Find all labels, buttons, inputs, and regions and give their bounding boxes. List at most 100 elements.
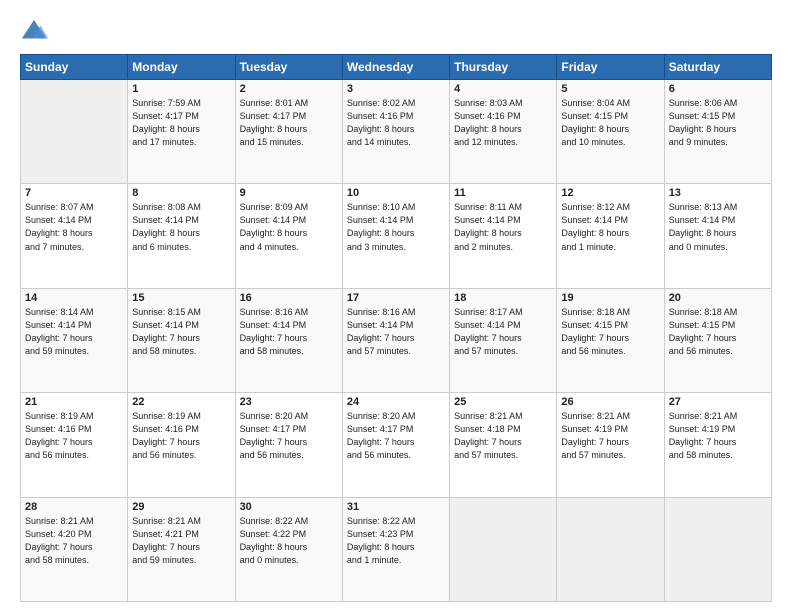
day-info: Sunrise: 8:18 AM Sunset: 4:15 PM Dayligh… [669,306,767,358]
day-info: Sunrise: 8:21 AM Sunset: 4:19 PM Dayligh… [669,410,767,462]
day-info: Sunrise: 7:59 AM Sunset: 4:17 PM Dayligh… [132,97,230,149]
day-info: Sunrise: 8:13 AM Sunset: 4:14 PM Dayligh… [669,201,767,253]
day-number: 18 [454,292,552,304]
day-cell: 4 Sunrise: 8:03 AM Sunset: 4:16 PM Daylig… [450,80,557,184]
day-info: Sunrise: 8:09 AM Sunset: 4:14 PM Dayligh… [240,201,338,253]
day-cell: 7 Sunrise: 8:07 AM Sunset: 4:14 PM Daylig… [21,184,128,288]
day-cell: 24Sunrise: 8:20 AM Sunset: 4:17 PM Dayli… [342,393,449,497]
calendar-table: SundayMondayTuesdayWednesdayThursdayFrid… [20,54,772,602]
day-info: Sunrise: 8:15 AM Sunset: 4:14 PM Dayligh… [132,306,230,358]
day-cell: 28 Sunrise: 8:21 AM Sunset: 4:20 PM Dayli… [21,497,128,601]
column-header-thursday: Thursday [450,55,557,80]
day-cell: 27 Sunrise: 8:21 AM Sunset: 4:19 PM Dayli… [664,393,771,497]
day-info: Sunrise: 8:16 AM Sunset: 4:14 PM Dayligh… [347,306,445,358]
day-cell: 8 Sunrise: 8:08 AM Sunset: 4:14 PM Daylig… [128,184,235,288]
day-number: 27 [669,396,767,408]
day-cell: 22 Sunrise: 8:19 AM Sunset: 4:16 PM Dayli… [128,393,235,497]
day-info: Sunrise: 8:22 AM Sunset: 4:22 PM Dayligh… [240,515,338,567]
day-number: 3 [347,83,445,95]
calendar-header-row: SundayMondayTuesdayWednesdayThursdayFrid… [21,55,772,80]
day-info: Sunrise: 8:10 AM Sunset: 4:14 PM Dayligh… [347,201,445,253]
day-cell: 26 Sunrise: 8:21 AM Sunset: 4:19 PM Dayli… [557,393,664,497]
day-number: 19 [561,292,659,304]
day-number: 4 [454,83,552,95]
day-number: 31 [347,501,445,513]
day-info: Sunrise: 8:17 AM Sunset: 4:14 PM Dayligh… [454,306,552,358]
day-info: Sunrise: 8:07 AM Sunset: 4:14 PM Dayligh… [25,201,123,253]
column-header-wednesday: Wednesday [342,55,449,80]
day-cell [664,497,771,601]
column-header-monday: Monday [128,55,235,80]
day-cell: 25 Sunrise: 8:21 AM Sunset: 4:18 PM Dayli… [450,393,557,497]
day-cell [450,497,557,601]
day-cell: 3Sunrise: 8:02 AM Sunset: 4:16 PM Daylig… [342,80,449,184]
day-number: 20 [669,292,767,304]
day-cell [557,497,664,601]
day-info: Sunrise: 8:06 AM Sunset: 4:15 PM Dayligh… [669,97,767,149]
day-cell: 9 Sunrise: 8:09 AM Sunset: 4:14 PM Daylig… [235,184,342,288]
day-number: 22 [132,396,230,408]
day-cell [21,80,128,184]
day-number: 26 [561,396,659,408]
day-info: Sunrise: 8:08 AM Sunset: 4:14 PM Dayligh… [132,201,230,253]
day-number: 7 [25,187,123,199]
day-info: Sunrise: 8:14 AM Sunset: 4:14 PM Dayligh… [25,306,123,358]
week-row-1: 1 Sunrise: 7:59 AM Sunset: 4:17 PM Daylig… [21,80,772,184]
day-cell: 21Sunrise: 8:19 AM Sunset: 4:16 PM Dayli… [21,393,128,497]
column-header-tuesday: Tuesday [235,55,342,80]
day-info: Sunrise: 8:22 AM Sunset: 4:23 PM Dayligh… [347,515,445,567]
day-number: 14 [25,292,123,304]
day-number: 17 [347,292,445,304]
column-header-sunday: Sunday [21,55,128,80]
day-cell: 17 Sunrise: 8:16 AM Sunset: 4:14 PM Dayli… [342,288,449,392]
day-number: 11 [454,187,552,199]
day-number: 12 [561,187,659,199]
logo-icon [20,18,48,46]
column-header-friday: Friday [557,55,664,80]
week-row-3: 14 Sunrise: 8:14 AM Sunset: 4:14 PM Dayli… [21,288,772,392]
day-info: Sunrise: 8:21 AM Sunset: 4:21 PM Dayligh… [132,515,230,567]
day-info: Sunrise: 8:21 AM Sunset: 4:20 PM Dayligh… [25,515,123,567]
day-info: Sunrise: 8:16 AM Sunset: 4:14 PM Dayligh… [240,306,338,358]
day-info: Sunrise: 8:21 AM Sunset: 4:19 PM Dayligh… [561,410,659,462]
day-cell: 15 Sunrise: 8:15 AM Sunset: 4:14 PM Dayli… [128,288,235,392]
day-cell: 30Sunrise: 8:22 AM Sunset: 4:22 PM Dayli… [235,497,342,601]
day-cell: 23Sunrise: 8:20 AM Sunset: 4:17 PM Dayli… [235,393,342,497]
day-number: 29 [132,501,230,513]
day-cell: 16 Sunrise: 8:16 AM Sunset: 4:14 PM Dayli… [235,288,342,392]
day-info: Sunrise: 8:01 AM Sunset: 4:17 PM Dayligh… [240,97,338,149]
day-cell: 14 Sunrise: 8:14 AM Sunset: 4:14 PM Dayli… [21,288,128,392]
day-number: 1 [132,83,230,95]
column-header-saturday: Saturday [664,55,771,80]
day-info: Sunrise: 8:20 AM Sunset: 4:17 PM Dayligh… [240,410,338,462]
day-number: 8 [132,187,230,199]
day-info: Sunrise: 8:19 AM Sunset: 4:16 PM Dayligh… [132,410,230,462]
day-info: Sunrise: 8:11 AM Sunset: 4:14 PM Dayligh… [454,201,552,253]
day-cell: 12 Sunrise: 8:12 AM Sunset: 4:14 PM Dayli… [557,184,664,288]
day-info: Sunrise: 8:12 AM Sunset: 4:14 PM Dayligh… [561,201,659,253]
day-cell: 31 Sunrise: 8:22 AM Sunset: 4:23 PM Dayli… [342,497,449,601]
day-number: 16 [240,292,338,304]
logo [20,18,52,46]
day-number: 10 [347,187,445,199]
day-number: 24 [347,396,445,408]
day-info: Sunrise: 8:18 AM Sunset: 4:15 PM Dayligh… [561,306,659,358]
day-number: 15 [132,292,230,304]
day-number: 6 [669,83,767,95]
week-row-5: 28 Sunrise: 8:21 AM Sunset: 4:20 PM Dayli… [21,497,772,601]
day-cell: 13Sunrise: 8:13 AM Sunset: 4:14 PM Dayli… [664,184,771,288]
day-cell: 5 Sunrise: 8:04 AM Sunset: 4:15 PM Daylig… [557,80,664,184]
day-number: 25 [454,396,552,408]
week-row-2: 7 Sunrise: 8:07 AM Sunset: 4:14 PM Daylig… [21,184,772,288]
day-number: 21 [25,396,123,408]
day-number: 2 [240,83,338,95]
day-info: Sunrise: 8:03 AM Sunset: 4:16 PM Dayligh… [454,97,552,149]
day-info: Sunrise: 8:21 AM Sunset: 4:18 PM Dayligh… [454,410,552,462]
header [20,18,772,46]
day-cell: 20 Sunrise: 8:18 AM Sunset: 4:15 PM Dayli… [664,288,771,392]
day-cell: 1 Sunrise: 7:59 AM Sunset: 4:17 PM Daylig… [128,80,235,184]
day-number: 28 [25,501,123,513]
day-number: 5 [561,83,659,95]
day-info: Sunrise: 8:04 AM Sunset: 4:15 PM Dayligh… [561,97,659,149]
day-number: 9 [240,187,338,199]
